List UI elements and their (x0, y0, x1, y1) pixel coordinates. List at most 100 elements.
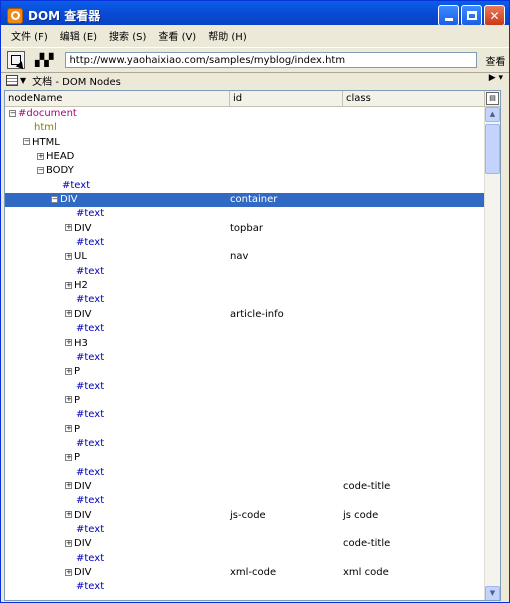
maximize-button[interactable] (461, 5, 482, 26)
node-id-cell: container (230, 194, 278, 206)
expand-icon[interactable]: + (37, 152, 44, 160)
node-name: #text (76, 323, 105, 335)
tree-row[interactable]: + DIV topbar (5, 222, 485, 236)
tree-row[interactable]: #text (5, 179, 485, 193)
expand-icon[interactable]: + (65, 568, 72, 576)
node-name-cell: + P (65, 423, 80, 437)
expand-icon[interactable]: + (65, 453, 72, 461)
chevron-down-icon[interactable]: ▼ (20, 76, 26, 85)
expand-icon[interactable]: + (65, 425, 72, 433)
node-name-cell: − HTML (23, 136, 60, 150)
tree-row[interactable]: + DIV article-info (5, 308, 485, 322)
column-picker-icon[interactable]: ▤ (486, 92, 499, 105)
tree-row[interactable]: + H2 (5, 279, 485, 293)
node-name-cell: #text (65, 408, 104, 422)
node-name-cell: #text (65, 207, 104, 221)
tree-row[interactable]: − BODY (5, 164, 485, 178)
tree-row[interactable]: + P (5, 451, 485, 465)
tree-row[interactable]: + DIV code-title (5, 537, 485, 551)
node-name-cell: #text (65, 351, 104, 365)
node-name: DIV (74, 222, 92, 234)
node-name-cell: − DIV (51, 193, 78, 207)
binoculars-icon[interactable]: ▞▞ (35, 53, 53, 67)
tree-row[interactable]: − HTML (5, 136, 485, 150)
node-name: P (74, 452, 81, 464)
vertical-scrollbar[interactable]: ▲ ▼ (484, 107, 500, 600)
tree-row[interactable]: − #document (5, 107, 485, 121)
expand-icon[interactable]: + (65, 281, 72, 289)
tree-row[interactable]: + DIV xml-code xml code (5, 566, 485, 580)
node-name-cell: + DIV (65, 509, 92, 523)
tree-row[interactable]: #text (5, 494, 485, 508)
menu-search[interactable]: 搜索 (S) (103, 28, 152, 43)
collapse-icon[interactable]: − (37, 166, 44, 174)
inspect-button[interactable]: 查看 (485, 53, 505, 68)
column-header: nodeName id class ▤ (5, 91, 500, 107)
tree-row[interactable]: + UL nav (5, 250, 485, 264)
tree-row[interactable]: #text (5, 207, 485, 221)
panel-menu-icon[interactable] (6, 74, 18, 86)
expand-icon[interactable]: + (65, 539, 72, 547)
node-name: #text (76, 552, 105, 564)
tree-row[interactable]: #text (5, 265, 485, 279)
node-name-cell: #text (65, 580, 104, 594)
expand-icon[interactable]: + (65, 367, 72, 375)
node-id-cell: article-info (230, 308, 284, 320)
tree-row[interactable]: #text (5, 351, 485, 365)
expand-icon[interactable]: + (65, 396, 72, 404)
expand-icon[interactable]: + (65, 252, 72, 260)
node-name-cell: #text (65, 380, 104, 394)
node-name: H3 (74, 337, 88, 349)
expand-icon[interactable]: + (65, 224, 72, 232)
minimize-button[interactable] (438, 5, 459, 26)
expand-icon[interactable]: + (65, 511, 72, 519)
node-name-cell: #text (65, 236, 104, 250)
tree-row[interactable]: html (5, 121, 485, 135)
tree-row[interactable]: + P (5, 394, 485, 408)
node-name-cell: #text (65, 322, 104, 336)
column-class[interactable]: class (343, 91, 485, 106)
expand-icon[interactable]: + (65, 482, 72, 490)
close-button[interactable]: ✕ (484, 5, 505, 26)
node-name-cell: − #document (9, 107, 77, 121)
url-input[interactable] (65, 52, 478, 68)
collapse-icon[interactable]: − (51, 195, 58, 203)
menu-view[interactable]: 查看 (V) (152, 28, 202, 43)
tree-row[interactable]: + P (5, 423, 485, 437)
node-name: #text (76, 409, 105, 421)
expand-icon[interactable]: + (65, 310, 72, 318)
node-class-cell: code-title (343, 480, 391, 492)
tree-row-selected[interactable]: − DIV container (5, 193, 485, 208)
tree-row[interactable]: #text (5, 552, 485, 566)
panel-options-icon[interactable]: ▶ ▾ (489, 73, 503, 83)
collapse-icon[interactable]: − (23, 138, 30, 146)
scroll-thumb[interactable] (485, 124, 500, 174)
tree-row[interactable]: #text (5, 408, 485, 422)
tree-row[interactable]: + DIV js-code js code (5, 509, 485, 523)
collapse-icon[interactable]: − (9, 109, 16, 117)
menu-file[interactable]: 文件 (F) (5, 28, 54, 43)
tree-row[interactable]: #text (5, 293, 485, 307)
node-name: #document (18, 108, 77, 119)
scroll-down-icon[interactable]: ▼ (485, 586, 500, 600)
tree-row[interactable]: + DIV code-title (5, 480, 485, 494)
menu-edit[interactable]: 编辑 (E) (54, 28, 103, 43)
tree-row[interactable]: #text (5, 580, 485, 594)
column-nodename[interactable]: nodeName (5, 91, 230, 106)
tree-row[interactable]: #text (5, 523, 485, 537)
expand-icon[interactable]: + (65, 339, 72, 346)
menu-help[interactable]: 帮助 (H) (202, 28, 253, 43)
tree-row[interactable]: + P (5, 365, 485, 379)
tree-row[interactable]: + HEAD (5, 150, 485, 164)
scroll-up-icon[interactable]: ▲ (485, 107, 500, 122)
tree-row[interactable]: #text (5, 322, 485, 336)
tree-row[interactable]: + H3 (5, 337, 485, 351)
tree-row[interactable]: #text (5, 236, 485, 250)
node-name-cell: + DIV (65, 480, 92, 494)
minimize-icon (444, 18, 453, 21)
tree-row[interactable]: #text (5, 380, 485, 394)
tree-row[interactable]: #text (5, 437, 485, 451)
tree-row[interactable]: #text (5, 466, 485, 480)
inspect-node-button[interactable] (7, 51, 25, 69)
column-id[interactable]: id (230, 91, 343, 106)
